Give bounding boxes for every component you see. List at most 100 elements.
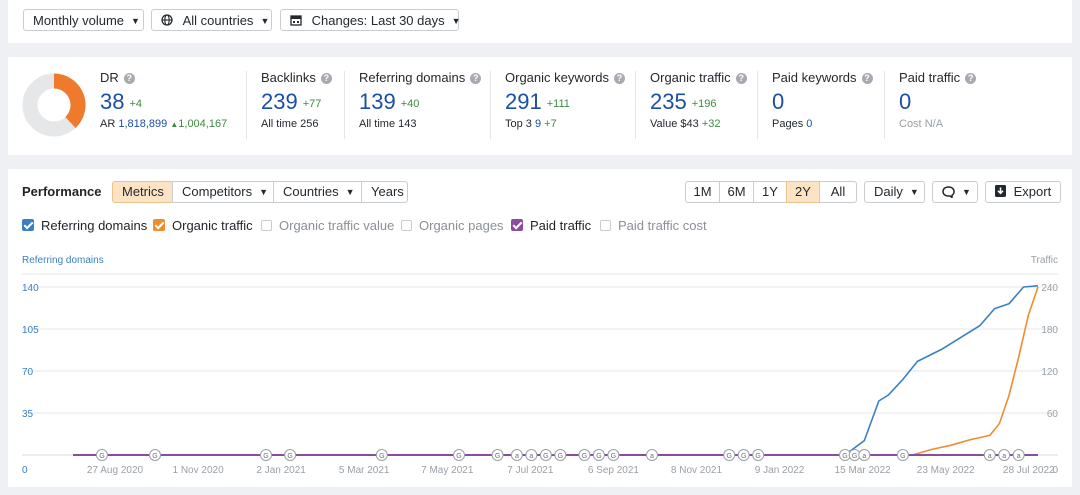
- left-tick-label: 0: [22, 465, 28, 476]
- metric-dr-value: 38 +4: [100, 89, 143, 114]
- divider: [344, 71, 345, 139]
- overview-panel: DR? 38 +4 AR 1,818,899 ▲1,004,167 Backlin…: [8, 57, 1072, 155]
- metric-organic-traffic-delta: +196: [691, 98, 717, 110]
- export-button[interactable]: Export: [985, 181, 1061, 203]
- x-tick-label: 5 Mar 2021: [339, 465, 390, 476]
- metric-traffic-value: Value $43 +32: [650, 118, 721, 130]
- changes-dropdown-label: Changes: Last 30 days: [311, 13, 445, 28]
- range-2y[interactable]: 2Y: [786, 181, 820, 203]
- help-icon[interactable]: ?: [320, 73, 332, 84]
- metric-backlinks-label: Backlinks?: [261, 70, 332, 85]
- export-label: Export: [1013, 184, 1052, 199]
- help-icon[interactable]: ?: [123, 73, 135, 84]
- divider: [246, 71, 247, 139]
- annotation-marker-label: G: [596, 453, 601, 460]
- left-tick-label: 105: [22, 325, 39, 336]
- ar-delta: 1,004,167: [178, 118, 228, 130]
- annotation-marker-label: G: [582, 453, 587, 460]
- help-icon[interactable]: ?: [965, 73, 977, 84]
- metric-dr-label: DR?: [100, 70, 227, 85]
- tab-countries[interactable]: Countries ▼: [273, 181, 362, 203]
- checkbox-organic-traffic-value[interactable]: Organic traffic value: [261, 218, 394, 233]
- x-tick-label: 6 Sep 2021: [588, 465, 640, 476]
- tab-years[interactable]: Years: [361, 181, 408, 203]
- caret-down-icon: ▼: [260, 16, 270, 26]
- annotation-marker-label: a: [650, 453, 654, 460]
- checkbox-checked-icon: [22, 219, 34, 231]
- metric-backlinks-value[interactable]: 239 +77: [261, 89, 332, 115]
- annotation-marker-label: G: [852, 453, 857, 460]
- right-axis-title: Traffic: [1031, 255, 1058, 266]
- checkbox-referring-domains[interactable]: Referring domains: [22, 218, 147, 233]
- caret-down-icon: ▼: [451, 16, 461, 26]
- annotation-marker-label: a: [529, 453, 533, 460]
- top3-delta: +7: [544, 118, 557, 130]
- metric-paid-keywords-value[interactable]: 0: [772, 89, 873, 115]
- help-icon[interactable]: ?: [735, 73, 747, 84]
- divider: [635, 71, 636, 139]
- help-icon[interactable]: ?: [470, 73, 482, 84]
- range-6m[interactable]: 6M: [719, 181, 754, 203]
- checkbox-paid-traffic-cost[interactable]: Paid traffic cost: [600, 218, 707, 233]
- tab-metrics[interactable]: Metrics: [112, 181, 173, 203]
- checkbox-paid-traffic[interactable]: Paid traffic: [511, 218, 591, 233]
- metric-paid-traffic[interactable]: Paid traffic? 0 Cost N/A: [899, 70, 977, 130]
- range-all[interactable]: All: [819, 181, 857, 203]
- metric-organic-traffic-value[interactable]: 235 +196: [650, 89, 747, 115]
- metric-dr: DR? 38 +4 AR 1,818,899 ▲1,004,167: [100, 70, 227, 130]
- help-icon[interactable]: ?: [861, 73, 873, 84]
- left-axis-title: Referring domains: [22, 255, 104, 266]
- traffic-value-delta: +32: [701, 118, 721, 130]
- tab-competitors[interactable]: Competitors ▼: [172, 181, 274, 203]
- metric-organic-traffic[interactable]: Organic traffic? 235 +196 Value $43 +32: [650, 70, 747, 130]
- divider: [884, 71, 885, 139]
- x-tick-label: 9 Jan 2022: [755, 465, 805, 476]
- checkbox-organic-traffic[interactable]: Organic traffic: [153, 218, 253, 233]
- metric-paid-keywords[interactable]: Paid keywords? 0 Pages 0: [772, 70, 873, 130]
- caret-down-icon: ▼: [962, 187, 971, 197]
- metric-organic-keywords[interactable]: Organic keywords? 291 +111 Top 3 9 +7: [505, 70, 626, 130]
- calendar-icon: [290, 13, 306, 28]
- metric-ar: AR 1,818,899 ▲1,004,167: [100, 118, 228, 130]
- pages-value[interactable]: 0: [806, 118, 812, 130]
- range-1y[interactable]: 1Y: [753, 181, 787, 203]
- annotation-marker-label: G: [842, 453, 847, 460]
- x-tick-label: 1 Nov 2020: [172, 465, 224, 476]
- left-tick-label: 140: [22, 283, 39, 294]
- metric-referring-domains[interactable]: Referring domains? 139 +40 All time 143: [359, 70, 482, 130]
- x-tick-label: 23 May 2022: [917, 465, 975, 476]
- annotation-marker-label: a: [515, 453, 519, 460]
- changes-dropdown[interactable]: Changes: Last 30 days ▼: [280, 9, 461, 31]
- ar-value[interactable]: 1,818,899: [118, 118, 167, 130]
- help-icon[interactable]: ?: [614, 73, 626, 84]
- caret-down-icon: ▼: [345, 187, 355, 197]
- countries-dropdown[interactable]: All countries ▼: [151, 9, 272, 31]
- countries-dropdown-label: All countries: [182, 13, 254, 28]
- metric-referring-domains-value[interactable]: 139 +40: [359, 89, 481, 115]
- checkbox-checked-icon: [511, 219, 523, 231]
- range-1m[interactable]: 1M: [685, 181, 720, 203]
- right-tick-label: 240: [1041, 283, 1058, 294]
- annotation-marker-label: G: [287, 453, 292, 460]
- right-tick-label: 180: [1041, 325, 1058, 336]
- annotations-dropdown[interactable]: ▼: [932, 181, 978, 203]
- right-tick-label: 60: [1047, 409, 1059, 420]
- metric-paid-traffic-value[interactable]: 0: [899, 89, 976, 115]
- metric-organic-keywords-value[interactable]: 291 +111: [505, 89, 625, 115]
- x-tick-label: 28 Jul 2022: [1003, 465, 1055, 476]
- volume-dropdown[interactable]: Monthly volume ▼: [23, 9, 144, 31]
- interval-dropdown[interactable]: Daily ▼: [864, 181, 925, 203]
- checkbox-unchecked-icon: [600, 220, 611, 231]
- metric-backlinks[interactable]: Backlinks? 239 +77 All time 256: [261, 70, 332, 130]
- annotation-marker-label: a: [988, 453, 992, 460]
- divider: [757, 71, 758, 139]
- series-line-referring-domains: [73, 285, 1039, 456]
- annotation-marker-label: G: [900, 453, 905, 460]
- metric-backlinks-alltime: All time 256: [261, 118, 319, 130]
- checkbox-organic-pages[interactable]: Organic pages: [401, 218, 504, 233]
- performance-chart: Referring domains Traffic0357010514006012…: [22, 255, 1059, 476]
- metric-organic-keywords-label: Organic keywords?: [505, 70, 626, 85]
- metric-dr-delta: +4: [129, 98, 143, 110]
- top3-value[interactable]: 9: [535, 118, 541, 130]
- x-tick-label: 7 Jul 2021: [507, 465, 554, 476]
